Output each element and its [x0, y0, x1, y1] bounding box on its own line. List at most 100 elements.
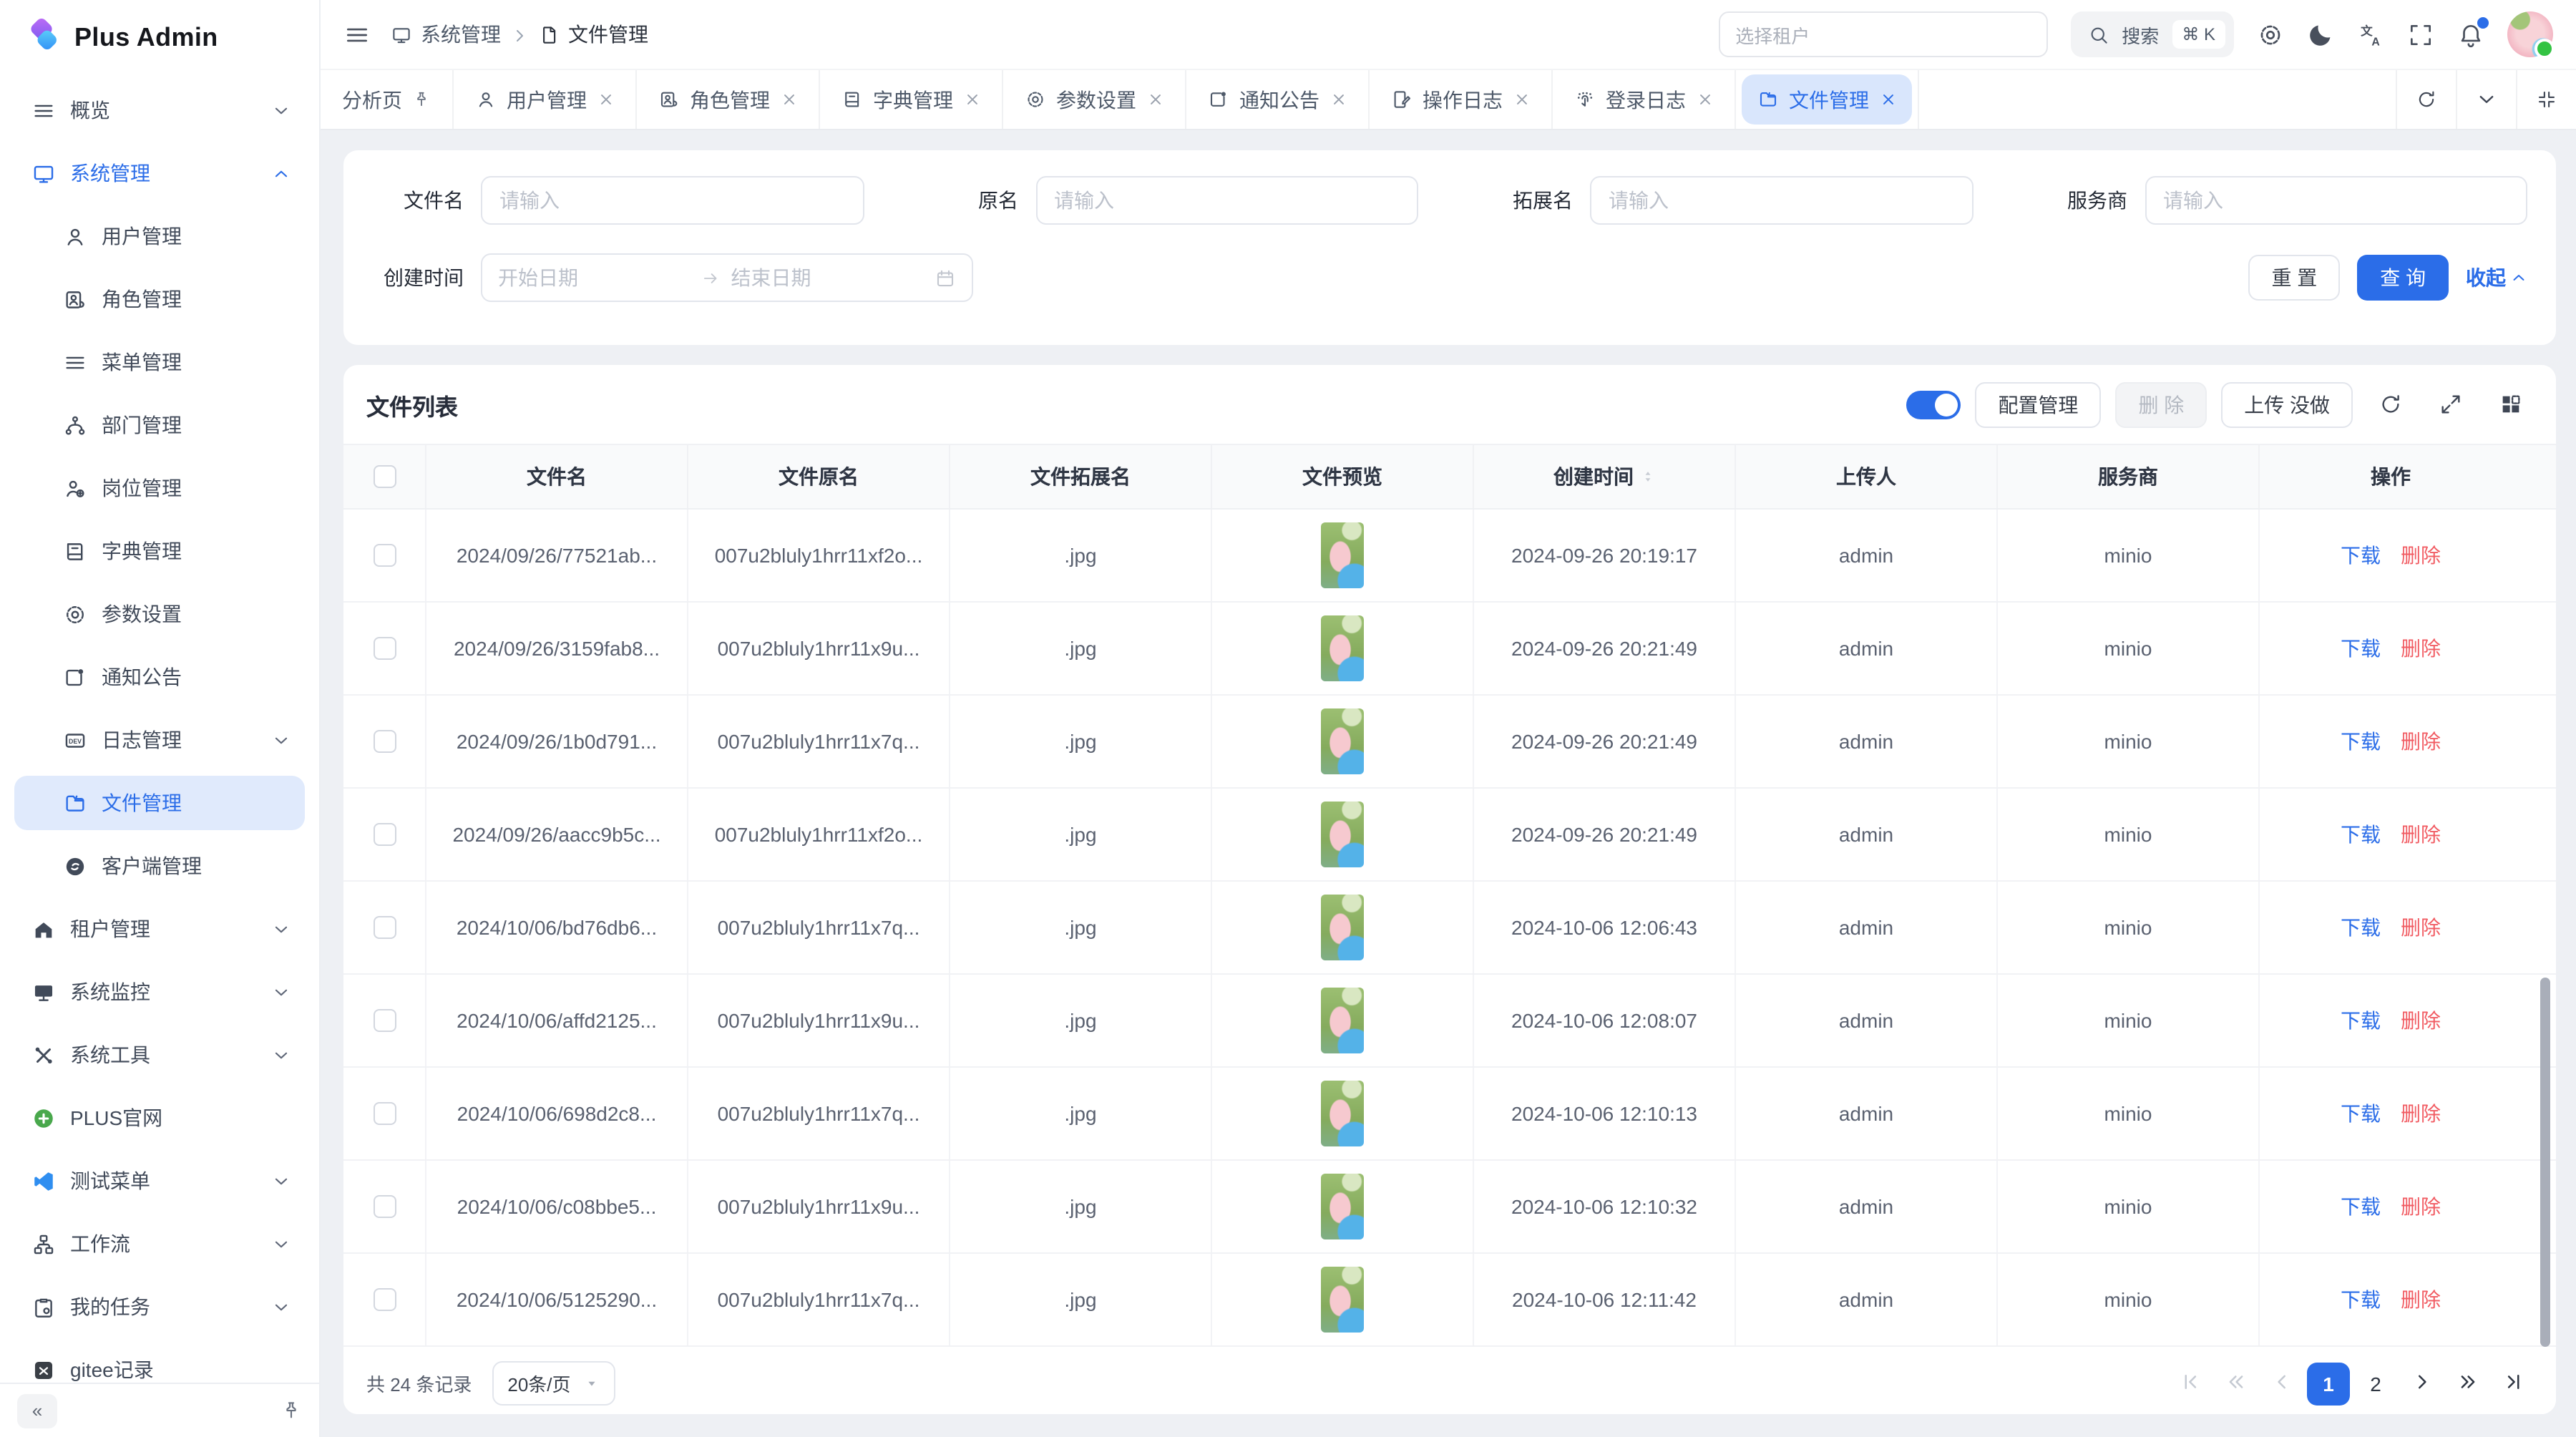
sidebar-item[interactable]: 角色管理: [14, 272, 305, 326]
notifications-bell-icon[interactable]: [2457, 21, 2484, 48]
toggle-switch[interactable]: [1906, 390, 1961, 419]
tab[interactable]: 角色管理: [637, 70, 820, 129]
download-link[interactable]: 下载: [2341, 1192, 2381, 1221]
dark-mode-moon-icon[interactable]: [2307, 21, 2334, 48]
close-icon[interactable]: [1514, 92, 1530, 107]
delete-link[interactable]: 删除: [2401, 541, 2441, 570]
tab[interactable]: 参数设置: [1003, 70, 1186, 129]
row-checkbox[interactable]: [373, 1288, 396, 1311]
tab[interactable]: 分析页: [321, 70, 454, 129]
user-avatar[interactable]: [2507, 11, 2553, 57]
page-size-select[interactable]: 20条/页: [492, 1361, 615, 1406]
row-checkbox[interactable]: [373, 637, 396, 660]
sidebar-item[interactable]: PLUS官网: [14, 1091, 305, 1145]
reset-button[interactable]: 重 置: [2248, 255, 2340, 301]
sidebar-item[interactable]: 系统管理: [14, 146, 305, 200]
close-icon[interactable]: [781, 92, 797, 107]
sidebar-item[interactable]: 租户管理: [14, 902, 305, 956]
download-link[interactable]: 下载: [2341, 913, 2381, 942]
end-date-placeholder[interactable]: 结束日期: [731, 263, 923, 292]
close-icon[interactable]: [598, 92, 614, 107]
breadcrumb-current[interactable]: 文件管理: [538, 20, 648, 49]
sidebar-item[interactable]: 系统监控: [14, 965, 305, 1019]
delete-link[interactable]: 删除: [2401, 820, 2441, 849]
breadcrumb-parent[interactable]: 系统管理: [391, 20, 501, 49]
translate-icon[interactable]: 文A: [2357, 21, 2384, 48]
column-header[interactable]: 服务商: [1998, 445, 2260, 508]
download-link[interactable]: 下载: [2341, 1006, 2381, 1035]
sidebar-item[interactable]: gitee记录: [14, 1343, 305, 1383]
close-icon[interactable]: [1331, 92, 1347, 107]
file-preview-thumbnail[interactable]: [1321, 708, 1364, 774]
maximize-view-icon[interactable]: [2516, 70, 2576, 129]
delete-link[interactable]: 删除: [2401, 1192, 2441, 1221]
sidebar-item[interactable]: DEV 日志管理: [14, 713, 305, 767]
column-header[interactable]: 上传人: [1736, 445, 1998, 508]
sidebar-item[interactable]: 参数设置: [14, 587, 305, 641]
page-button[interactable]: 2: [2356, 1363, 2396, 1403]
file-preview-thumbnail[interactable]: [1321, 988, 1364, 1053]
sidebar-item[interactable]: 菜单管理: [14, 335, 305, 389]
row-checkbox[interactable]: [373, 823, 396, 846]
row-checkbox[interactable]: [373, 730, 396, 753]
file-preview-thumbnail[interactable]: [1321, 615, 1364, 681]
pin-icon[interactable]: [412, 90, 431, 109]
close-icon[interactable]: [1697, 92, 1713, 107]
upload-button[interactable]: 上传 没做: [2221, 381, 2353, 427]
filter-input[interactable]: [481, 176, 864, 225]
pin-icon[interactable]: [280, 1400, 302, 1421]
download-link[interactable]: 下载: [2341, 1099, 2381, 1128]
fullscreen-icon[interactable]: [2407, 21, 2434, 48]
sidebar-toggle-icon[interactable]: [343, 21, 371, 48]
delete-link[interactable]: 删除: [2401, 634, 2441, 663]
select-all-checkbox[interactable]: [373, 465, 396, 488]
sidebar-item[interactable]: 工作流: [14, 1217, 305, 1271]
column-header[interactable]: 文件预览: [1212, 445, 1474, 508]
tab[interactable]: 字典管理: [820, 70, 1003, 129]
delete-link[interactable]: 删除: [2401, 1099, 2441, 1128]
search-button[interactable]: 查 询: [2357, 255, 2449, 301]
tab[interactable]: 用户管理: [454, 70, 637, 129]
start-date-placeholder[interactable]: 开始日期: [498, 263, 690, 292]
close-icon[interactable]: [1148, 92, 1163, 107]
page-button[interactable]: [2170, 1363, 2210, 1403]
close-icon[interactable]: [1880, 92, 1896, 107]
sidebar-item[interactable]: 概览: [14, 83, 305, 137]
filter-input[interactable]: [1590, 176, 1973, 225]
page-button[interactable]: [2447, 1363, 2487, 1403]
page-button[interactable]: [2493, 1363, 2533, 1403]
sidebar-item[interactable]: 客户端管理: [14, 839, 305, 893]
page-button[interactable]: [2401, 1363, 2441, 1403]
column-header[interactable]: 创建时间: [1474, 445, 1736, 508]
expand-table-icon[interactable]: [2427, 381, 2473, 427]
delete-link[interactable]: 删除: [2401, 1285, 2441, 1314]
sidebar-item[interactable]: 通知公告: [14, 650, 305, 704]
tab-menu-chevron-icon[interactable]: [2456, 70, 2516, 129]
row-checkbox[interactable]: [373, 916, 396, 939]
row-checkbox[interactable]: [373, 1195, 396, 1218]
row-checkbox[interactable]: [373, 1009, 396, 1032]
file-preview-thumbnail[interactable]: [1321, 895, 1364, 960]
download-link[interactable]: 下载: [2341, 820, 2381, 849]
refresh-tab-icon[interactable]: [2396, 70, 2456, 129]
sidebar-item[interactable]: 文件管理: [14, 776, 305, 830]
download-link[interactable]: 下载: [2341, 727, 2381, 756]
file-preview-thumbnail[interactable]: [1321, 802, 1364, 867]
download-link[interactable]: 下载: [2341, 541, 2381, 570]
sort-icon[interactable]: [1639, 465, 1655, 488]
row-checkbox[interactable]: [373, 1102, 396, 1125]
page-button[interactable]: [2261, 1363, 2301, 1403]
sidebar-item[interactable]: 字典管理: [14, 524, 305, 578]
column-settings-icon[interactable]: [2487, 381, 2533, 427]
tab[interactable]: 登录日志: [1553, 70, 1736, 129]
column-header[interactable]: 文件原名: [688, 445, 950, 508]
config-management-button[interactable]: 配置管理: [1975, 381, 2101, 427]
column-header[interactable]: 操作: [2260, 445, 2522, 508]
download-link[interactable]: 下载: [2341, 1285, 2381, 1314]
sidebar-item[interactable]: 我的任务: [14, 1280, 305, 1334]
sidebar-item[interactable]: 测试菜单: [14, 1154, 305, 1208]
sidebar-item[interactable]: 系统工具: [14, 1028, 305, 1082]
sidebar-item[interactable]: 部门管理: [14, 398, 305, 452]
delete-link[interactable]: 删除: [2401, 1006, 2441, 1035]
collapse-filters-link[interactable]: 收起: [2466, 263, 2527, 292]
